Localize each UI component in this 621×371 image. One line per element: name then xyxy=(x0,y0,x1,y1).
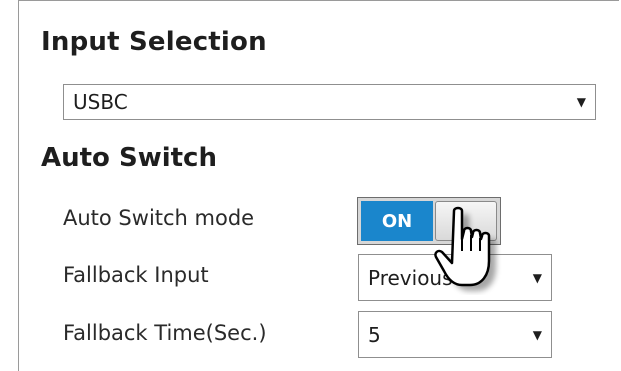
fallback-time-select[interactable]: 5 ▼ xyxy=(358,311,552,358)
hand-pointer-icon xyxy=(434,206,496,291)
input-selection-value: USBC xyxy=(73,90,128,114)
chevron-down-icon: ▼ xyxy=(532,327,542,342)
toggle-on-label: ON xyxy=(361,201,433,241)
input-selection-select[interactable]: USBC ▼ xyxy=(63,84,596,120)
chevron-down-icon: ▼ xyxy=(532,270,542,285)
fallback-time-label: Fallback Time(Sec.) xyxy=(63,321,267,345)
auto-switch-heading: Auto Switch xyxy=(41,143,217,173)
fallback-time-value: 5 xyxy=(368,322,381,347)
fallback-input-label: Fallback Input xyxy=(63,263,209,287)
auto-switch-mode-label: Auto Switch mode xyxy=(63,206,255,230)
chevron-down-icon: ▼ xyxy=(576,95,586,109)
input-selection-heading: Input Selection xyxy=(41,27,267,57)
